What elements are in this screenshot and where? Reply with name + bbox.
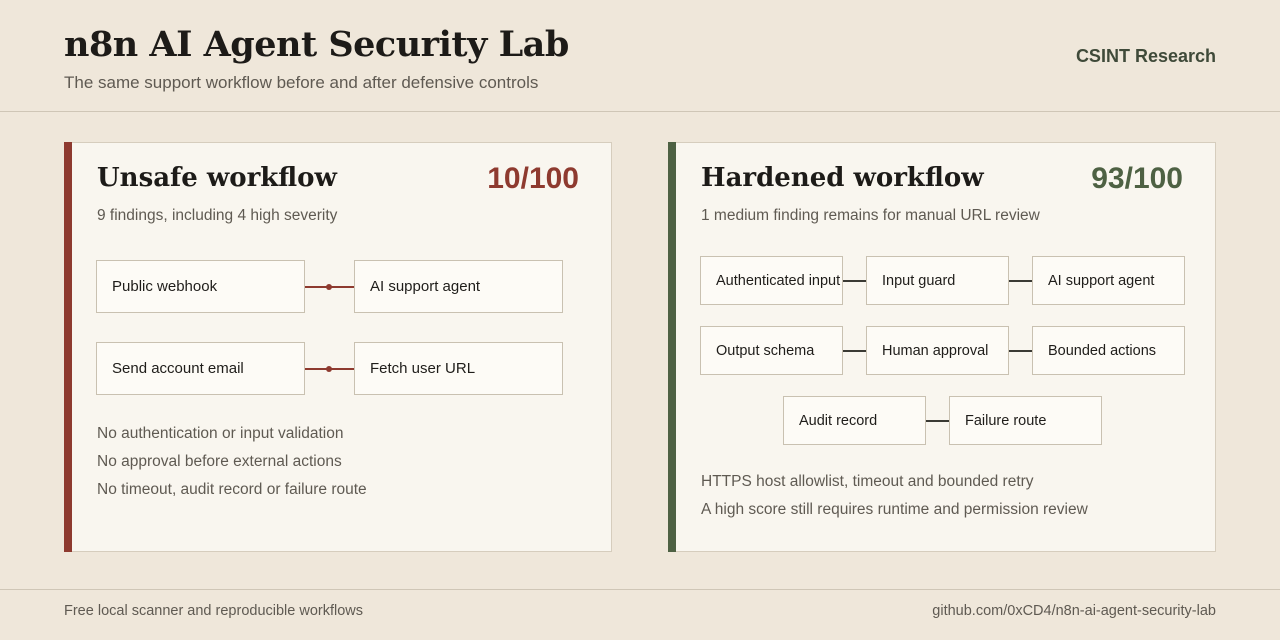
node-authenticated-input: Authenticated input <box>700 256 843 305</box>
repo-link[interactable]: github.com/0xCD4/n8n-ai-agent-security-l… <box>932 603 1216 619</box>
hardened-score: 93/100 <box>1091 162 1183 195</box>
header: n8n AI Agent Security Lab The same suppo… <box>0 0 1280 112</box>
footer-tagline: Free local scanner and reproducible work… <box>64 603 364 619</box>
connector <box>926 420 949 422</box>
unsafe-workflow-card: Unsafe workflow 10/100 9 findings, inclu… <box>63 141 612 552</box>
connector <box>843 350 866 352</box>
page-subtitle: The same support workflow before and aft… <box>64 73 539 92</box>
node-audit-record: Audit record <box>783 396 926 445</box>
node-input-guard: Input guard <box>866 256 1009 305</box>
hardened-summary: 1 medium finding remains for manual URL … <box>701 207 1040 224</box>
node-fetch-user-url: Fetch user URL <box>354 342 563 395</box>
node-public-webhook: Public webhook <box>96 260 305 313</box>
hardened-title: Hardened workflow <box>701 163 984 193</box>
footer: Free local scanner and reproducible work… <box>0 589 1280 640</box>
page-title: n8n AI Agent Security Lab <box>64 24 569 65</box>
unsafe-note: No approval before external actions <box>97 453 342 470</box>
connector <box>1009 350 1032 352</box>
hardened-note: A high score still requires runtime and … <box>701 501 1088 518</box>
connector <box>843 280 866 282</box>
hardened-workflow-card: Hardened workflow 93/100 1 medium findin… <box>667 141 1216 552</box>
connector-dot <box>326 366 332 372</box>
node-ai-support-agent: AI support agent <box>1032 256 1185 305</box>
unsafe-note: No timeout, audit record or failure rout… <box>97 481 367 498</box>
unsafe-note: No authentication or input validation <box>97 425 344 442</box>
node-ai-support-agent: AI support agent <box>354 260 563 313</box>
node-failure-route: Failure route <box>949 396 1102 445</box>
unsafe-title: Unsafe workflow <box>97 163 337 193</box>
hardened-note: HTTPS host allowlist, timeout and bounde… <box>701 473 1034 490</box>
hardened-accent-bar <box>667 141 676 552</box>
brand-label: CSINT Research <box>1075 46 1216 66</box>
node-output-schema: Output schema <box>700 326 843 375</box>
unsafe-accent-bar <box>63 141 72 552</box>
node-bounded-actions: Bounded actions <box>1032 326 1185 375</box>
connector-dot <box>326 284 332 290</box>
unsafe-summary: 9 findings, including 4 high severity <box>97 207 338 224</box>
node-human-approval: Human approval <box>866 326 1009 375</box>
unsafe-score: 10/100 <box>487 162 579 195</box>
connector <box>1009 280 1032 282</box>
node-send-account-email: Send account email <box>96 342 305 395</box>
